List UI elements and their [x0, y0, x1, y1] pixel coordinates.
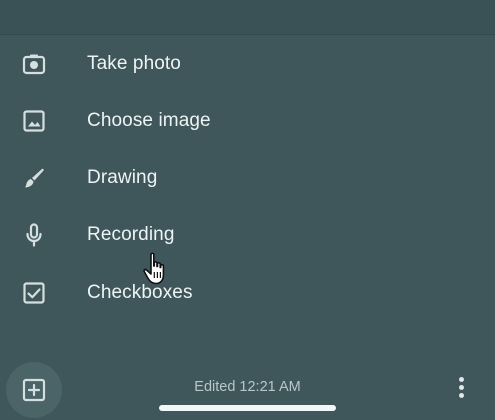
brush-icon — [20, 164, 48, 192]
top-strip — [0, 0, 495, 35]
add-content-sheet: Take photo Choose image Drawing Recordin… — [0, 35, 495, 420]
menu-item-label: Checkboxes — [87, 281, 193, 303]
menu-item-label: Take photo — [87, 52, 181, 74]
image-icon — [20, 107, 48, 135]
checkbox-icon — [20, 279, 48, 307]
home-indicator[interactable] — [159, 405, 336, 411]
menu-item-recording[interactable]: Recording — [0, 206, 495, 263]
edited-timestamp: Edited 12:21 AM — [194, 379, 301, 395]
microphone-icon — [20, 221, 48, 249]
menu-item-label: Drawing — [87, 166, 158, 188]
more-options-button[interactable] — [449, 373, 473, 401]
camera-icon — [20, 50, 48, 78]
menu-item-choose-image[interactable]: Choose image — [0, 92, 495, 149]
menu-item-label: Choose image — [87, 109, 211, 131]
menu-item-take-photo[interactable]: Take photo — [0, 35, 495, 92]
menu-item-label: Recording — [87, 223, 175, 245]
menu-item-drawing[interactable]: Drawing — [0, 149, 495, 206]
menu-item-checkboxes[interactable]: Checkboxes — [0, 264, 495, 321]
hand-pointer-icon — [141, 251, 171, 287]
